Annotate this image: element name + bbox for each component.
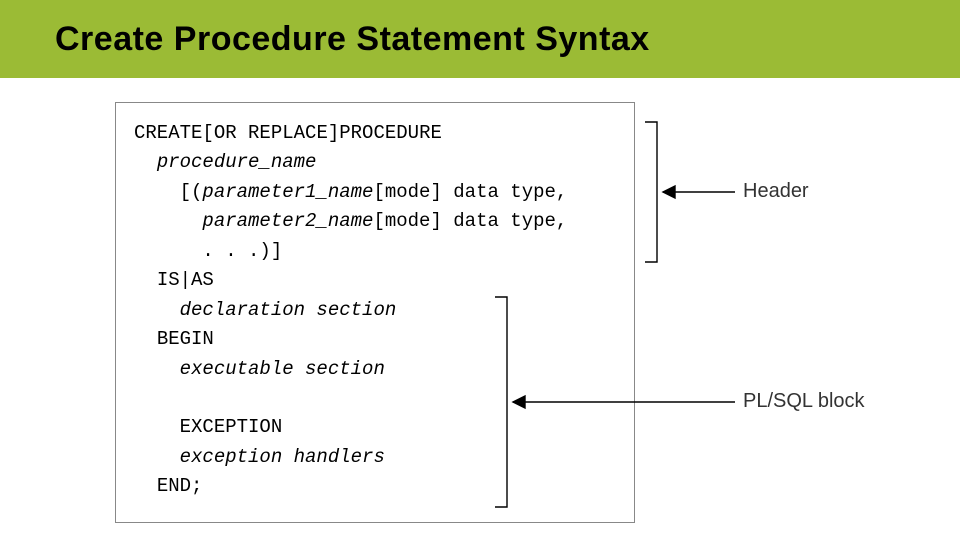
- page-title: Create Procedure Statement Syntax: [55, 20, 650, 59]
- code-line: . . .)]: [134, 237, 616, 266]
- code-wrapper: CREATE[OR REPLACE]PROCEDURE procedure_na…: [115, 102, 960, 523]
- code-line: IS|AS: [134, 266, 616, 295]
- code-line: parameter2_name[mode] data type,: [134, 207, 616, 236]
- code-line: END;: [134, 472, 616, 501]
- content-area: CREATE[OR REPLACE]PROCEDURE procedure_na…: [0, 78, 960, 523]
- code-line: [134, 384, 616, 413]
- header-label: Header: [743, 180, 809, 203]
- title-banner: Create Procedure Statement Syntax: [0, 0, 960, 78]
- code-line: executable section: [134, 355, 616, 384]
- code-line: exception handlers: [134, 443, 616, 472]
- syntax-box: CREATE[OR REPLACE]PROCEDURE procedure_na…: [115, 102, 635, 523]
- code-line: declaration section: [134, 296, 616, 325]
- code-line: CREATE[OR REPLACE]PROCEDURE: [134, 119, 616, 148]
- body-label: PL/SQL block: [743, 390, 865, 413]
- code-line: BEGIN: [134, 325, 616, 354]
- code-line: [(parameter1_name[mode] data type,: [134, 178, 616, 207]
- code-line: EXCEPTION: [134, 413, 616, 442]
- header-bracket: [645, 122, 657, 262]
- code-line: procedure_name: [134, 148, 616, 177]
- header-arrow-icon: [663, 186, 735, 198]
